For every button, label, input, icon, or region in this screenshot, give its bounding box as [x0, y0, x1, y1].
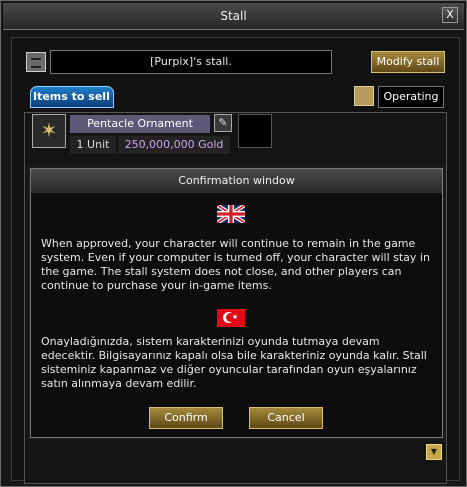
tab-items-to-sell[interactable]: Items to sell	[30, 86, 114, 108]
item-name: Pentacle Ornament	[70, 115, 210, 133]
pentacle-ornament-icon[interactable]: ✶	[32, 114, 66, 148]
stall-menu-icon[interactable]	[26, 52, 46, 72]
turkish-message: Onayladığınızda, sistem karakterinizi oy…	[41, 335, 427, 390]
operating-status-icon	[354, 86, 374, 106]
window-title: Stall	[3, 3, 464, 30]
dialog-title: Confirmation window	[31, 169, 442, 193]
english-message: When approved, your character will conti…	[41, 237, 430, 292]
scroll-down-arrow[interactable]: ▼	[426, 444, 442, 460]
uk-flag-icon	[217, 205, 245, 223]
operating-status-button[interactable]: Operating	[378, 86, 444, 108]
close-button[interactable]: X	[442, 7, 458, 23]
item-units: 1 Unit	[70, 136, 116, 154]
empty-item-slot[interactable]	[238, 114, 272, 148]
modify-stall-button[interactable]: Modify stall	[371, 51, 445, 73]
confirmation-dialog: Confirmation window When approved, your …	[30, 168, 443, 438]
confirm-button[interactable]: Confirm	[149, 407, 223, 429]
edit-icon[interactable]: ✎	[214, 114, 232, 132]
stall-name-field[interactable]: [Purpix]'s stall.	[50, 50, 332, 74]
flag-star-icon: ★	[231, 313, 239, 321]
item-price: 250,000,000 Gold	[118, 136, 230, 154]
cancel-button[interactable]: Cancel	[249, 407, 323, 429]
